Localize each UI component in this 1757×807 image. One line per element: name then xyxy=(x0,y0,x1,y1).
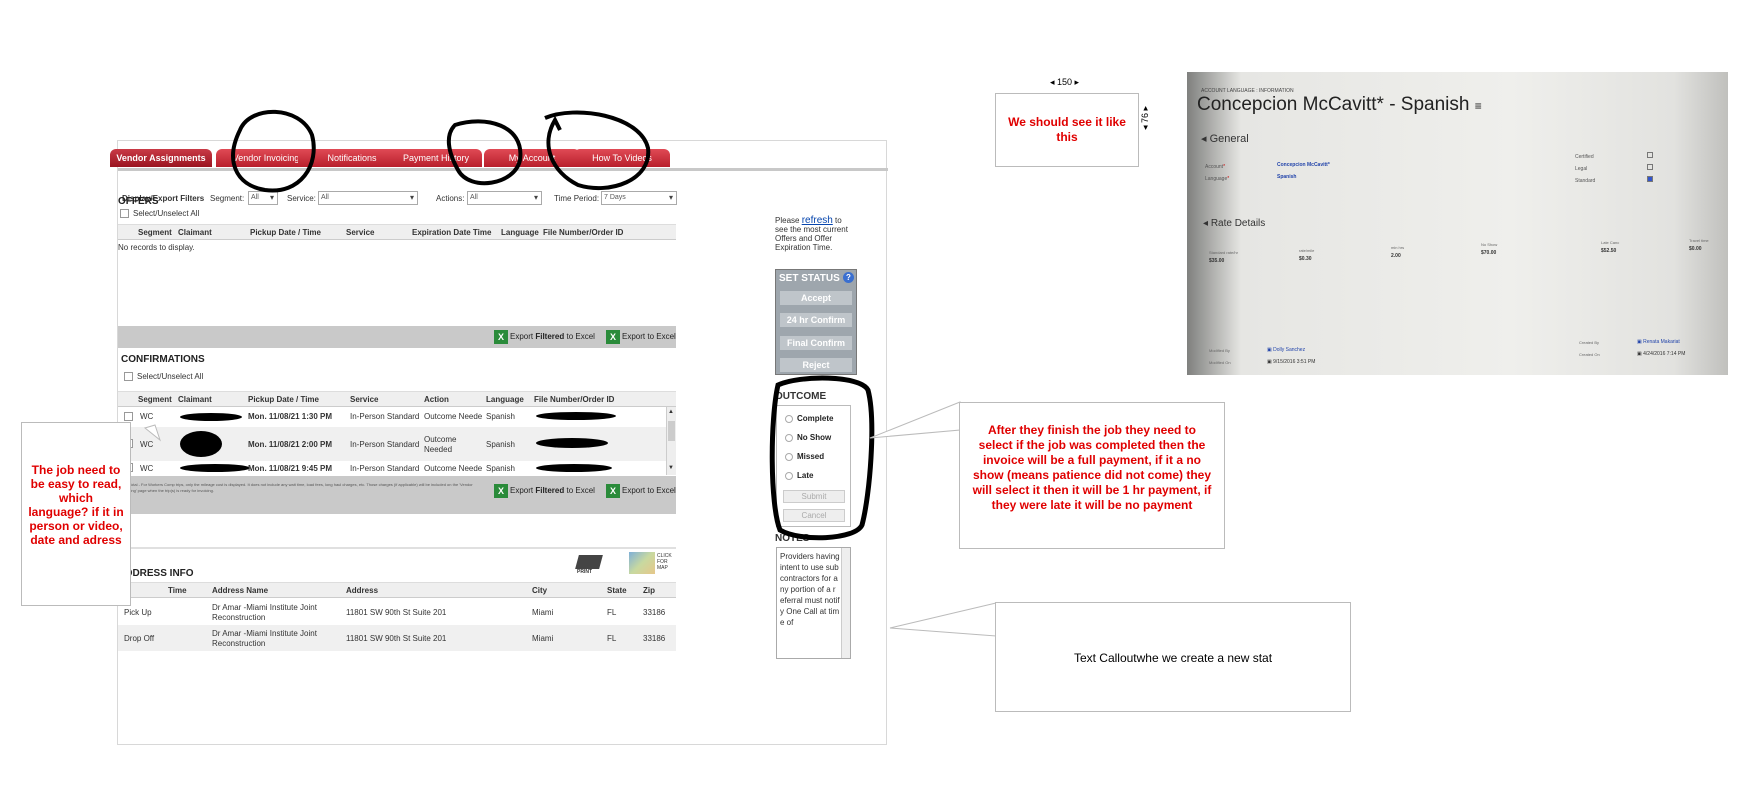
crm-legal-label: Legal xyxy=(1575,166,1588,172)
crm-modified-on-label: Modified On xyxy=(1209,360,1231,365)
crm-modified-on: ▣ 9/15/2016 3:51 PM xyxy=(1267,359,1316,365)
crm-standard-label: Standard xyxy=(1575,178,1596,184)
callout-pointer-right xyxy=(869,401,961,439)
crm-created-on-value: 4/24/2016 7:14 PM xyxy=(1643,351,1686,357)
crm-language-value[interactable]: Spanish xyxy=(1277,174,1296,180)
rate-label: Late Canc xyxy=(1601,240,1620,245)
crm-modified-by-label: Modified By xyxy=(1209,348,1230,353)
callout-width-handle[interactable]: ◂ 150 ▸ xyxy=(1050,77,1079,88)
rate-label: min hrs xyxy=(1391,245,1405,250)
crm-account-value[interactable]: Concepcion McCavitt* xyxy=(1277,162,1330,168)
scribble-circle-account xyxy=(544,110,651,191)
crm-modified-by[interactable]: ▣ Dolly Sanchez xyxy=(1267,347,1305,353)
crm-standard-checkbox[interactable] xyxy=(1647,176,1653,182)
callout-pointer-bottom xyxy=(889,602,997,637)
crm-created-by-label: Created By xyxy=(1579,340,1600,345)
callout-bottom: Text Calloutwhe we create a new stat xyxy=(995,602,1351,712)
callout-right: After they finish the job they need to s… xyxy=(959,402,1225,549)
scribble-circle-invoicing xyxy=(231,109,316,193)
rate-label: rate/mile xyxy=(1299,248,1315,253)
menu-icon[interactable]: ≡ xyxy=(1475,99,1482,113)
rate-label: No Show xyxy=(1481,242,1498,247)
crm-title: Concepcion McCavitt* - Spanish ≡ xyxy=(1197,94,1482,116)
callout-left: The job need to be easy to read, which l… xyxy=(21,422,131,606)
crm-language-label-text: Language xyxy=(1205,176,1228,182)
crm-created-by-value: Renata Makariat xyxy=(1643,339,1680,345)
rate-value: $0.00 xyxy=(1689,246,1702,252)
crm-language-label: Language* xyxy=(1205,176,1230,182)
crm-legal-checkbox[interactable] xyxy=(1647,164,1653,170)
callout-top: We should see it like this xyxy=(995,93,1139,167)
crm-created-on: ▣ 4/24/2016 7:14 PM xyxy=(1637,351,1686,357)
rate-value: $35.00 xyxy=(1209,258,1225,264)
crm-modified-on-value: 9/15/2016 3:51 PM xyxy=(1273,359,1316,365)
rate-value: 2.00 xyxy=(1391,253,1401,259)
crm-general-label: General xyxy=(1209,133,1249,145)
rate-value: $0.30 xyxy=(1299,256,1312,262)
rate-value: $52.50 xyxy=(1601,248,1617,254)
crm-photo: ACCOUNT LANGUAGE : INFORMATION Concepcio… xyxy=(1187,72,1728,375)
crm-certified-label: Certified xyxy=(1575,154,1594,160)
crm-created-by[interactable]: ▣ Renata Makariat xyxy=(1637,339,1680,345)
crm-created-on-label: Created On xyxy=(1579,352,1600,357)
callout-height-handle[interactable]: ◂ 76 ▸ xyxy=(1140,106,1151,130)
crm-rate-details: ◂ Rate Details xyxy=(1203,218,1266,229)
crm-account-label-text: Account xyxy=(1205,164,1224,170)
crm-modified-by-value: Dolly Sanchez xyxy=(1273,347,1306,353)
crm-certified-checkbox[interactable] xyxy=(1647,152,1653,158)
crm-general-section: ◂ General xyxy=(1201,133,1249,145)
crm-account-label: Account* xyxy=(1205,164,1226,170)
scribble-circle-payment xyxy=(446,119,523,186)
crm-title-text: Concepcion McCavitt* - Spanish xyxy=(1197,94,1470,115)
scribble-circle-outcome xyxy=(769,375,875,541)
rate-label: Travel time xyxy=(1689,238,1709,243)
rate-label: Standard rate/hr xyxy=(1209,250,1238,255)
rate-value: $70.00 xyxy=(1481,250,1497,256)
crm-rate-details-label: Rate Details xyxy=(1210,218,1266,229)
